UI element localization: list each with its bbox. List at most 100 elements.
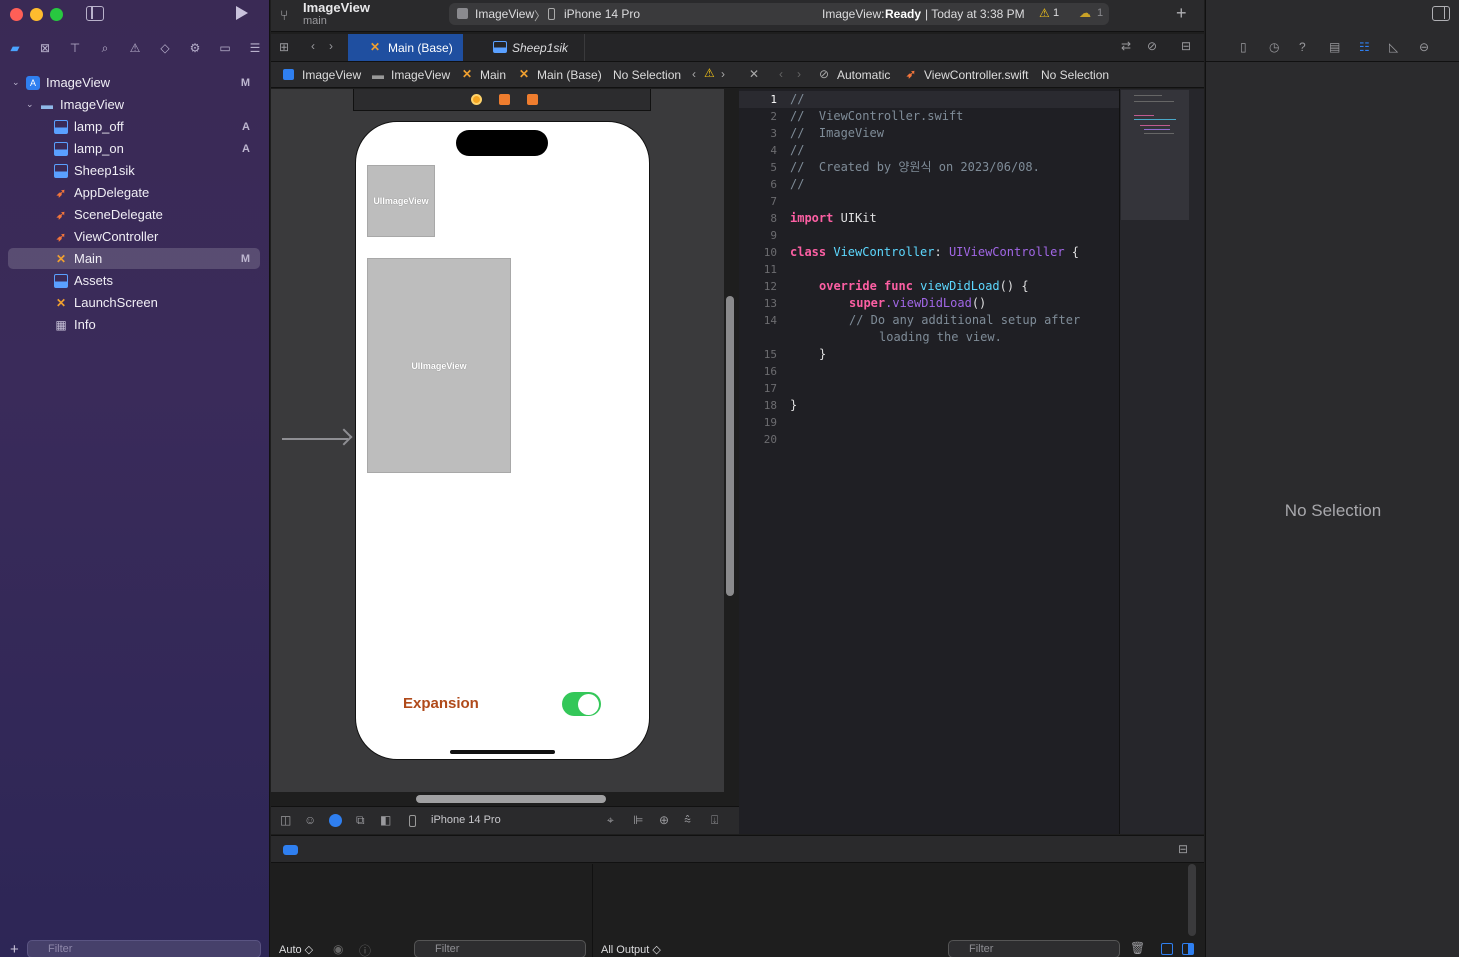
nav-item-scenedelegate[interactable]: ➶ SceneDelegate [8,204,260,225]
tab-main-base[interactable]: ✕ Main (Base) [348,34,463,61]
identity-inspector-icon[interactable]: ▤ [1329,40,1340,54]
debug-area-toggle-icon[interactable] [283,845,298,855]
left-pane-icon[interactable] [1161,943,1173,955]
console-view[interactable]: All Output ◇ Filter 🗑 [594,864,1204,957]
debug-icon[interactable]: ⚙ [187,40,203,56]
run-icon[interactable] [236,6,248,20]
test-icon[interactable]: ◇ [157,40,173,56]
tab-sheep1sik[interactable]: Sheep1sik [485,34,585,61]
nav-item-project[interactable]: ⌄ A ImageView M [8,72,260,93]
appearance-icon[interactable] [329,814,342,827]
chevron-down-icon[interactable]: ⌄ [12,77,20,88]
forward-icon[interactable]: › [797,67,801,81]
toggle-navigator-icon[interactable] [86,6,104,21]
folder-icon[interactable]: ▰ [7,40,23,56]
console-filter-input[interactable]: Filter [948,940,1120,957]
eye-icon[interactable]: ◉ [333,942,343,956]
connections-inspector-icon[interactable]: ⊖ [1419,40,1429,54]
size-inspector-icon[interactable]: ◺ [1389,40,1398,54]
breadcrumb-project[interactable]: ImageView [302,68,361,82]
chevron-left-icon[interactable]: ‹ [692,67,696,81]
add-file-icon[interactable]: + [10,941,19,957]
zoom-fit-icon[interactable]: ⌖ [607,813,614,828]
close-icon[interactable]: ✕ [749,67,759,81]
expansion-label[interactable]: Expansion [403,695,479,712]
breakpoint-icon[interactable]: ▭ [217,40,233,56]
breadcrumb-group[interactable]: ImageView [391,68,450,82]
exit-icon[interactable] [527,94,538,105]
breadcrumb-selection[interactable]: No Selection [613,68,681,82]
nav-item-lamp-off[interactable]: lamp_off A [8,116,260,137]
first-responder-icon[interactable] [499,94,510,105]
scheme-activity-bar[interactable]: ImageView 〉 iPhone 14 Pro ImageView: Rea… [449,3,1109,25]
swap-icon[interactable]: ⇄ [1121,39,1131,53]
device-config-label[interactable]: iPhone 14 Pro [431,814,501,826]
back-icon[interactable]: ‹ [779,67,783,81]
breadcrumb-selection[interactable]: No Selection [1041,68,1109,82]
nav-item-info[interactable]: ▦ Info [8,314,260,335]
help-inspector-icon[interactable]: ? [1299,40,1306,54]
hide-debug-area-icon[interactable]: ⊟ [1178,842,1188,856]
minimize-window-button[interactable] [30,8,43,21]
grid-icon[interactable]: ⊞ [279,40,289,54]
info-icon[interactable]: ⓘ [359,942,371,957]
navigator-filter-input[interactable]: Filter [27,940,261,957]
canvas-horizontal-scrollbar[interactable] [416,795,606,803]
issue-icon[interactable]: ⚠ [127,40,143,56]
history-inspector-icon[interactable]: ◷ [1269,40,1279,54]
chevron-right-icon[interactable]: › [721,67,725,81]
nav-item-assets[interactable]: Assets [8,270,260,291]
console-output-selector[interactable]: All Output ◇ [601,943,661,956]
document-outline-icon[interactable]: ◫ [280,813,291,827]
warning-icon[interactable]: ⚠ [704,66,715,80]
close-window-button[interactable] [10,8,23,21]
nav-item-appdelegate[interactable]: ➶ AppDelegate [8,182,260,203]
minimap-viewport[interactable] [1121,90,1189,220]
breadcrumb-automatic[interactable]: Automatic [837,68,890,82]
scheme-target[interactable]: ImageView [475,7,534,21]
image-view-small[interactable]: UIImageView [367,165,435,237]
warning-icon[interactable]: ⚠ [1039,6,1050,20]
breadcrumb-localization[interactable]: Main (Base) [537,68,602,82]
search-icon[interactable]: ⌕ [97,40,113,56]
split-editor-icon[interactable]: ⊟ [1181,39,1191,53]
right-pane-icon[interactable] [1182,943,1194,955]
symbol-icon[interactable]: ⊤ [67,40,83,56]
nav-item-lamp-on[interactable]: lamp_on A [8,138,260,159]
nav-item-viewcontroller[interactable]: ➶ ViewController [8,226,260,247]
align-icon[interactable]: ⊫ [633,813,643,827]
image-view-large[interactable]: UIImageView [367,258,511,473]
variables-scope-selector[interactable]: Auto ◇ [279,943,313,956]
report-icon[interactable]: ☰ [247,40,263,56]
scheme-device[interactable]: iPhone 14 Pro [564,7,640,21]
nav-item-main[interactable]: ✕ Main M [8,248,260,269]
embed-in-icon[interactable]: ⍗ [711,813,718,828]
toggle-inspector-icon[interactable] [1432,6,1450,21]
source-control-icon[interactable]: ⊠ [37,40,53,56]
back-icon[interactable]: ‹ [311,39,315,53]
orientation-icon[interactable]: ⧉ [356,813,365,828]
variables-filter-input[interactable]: Filter [414,940,586,957]
trait-icon[interactable]: ◧ [380,813,391,827]
console-scrollbar[interactable] [1188,864,1196,936]
code-editor[interactable]: 1 // 2 // ViewController.swift 3 // ImageVi… [739,89,1119,834]
zoom-window-button[interactable] [50,8,63,21]
canvas-vertical-scrollbar[interactable] [726,296,734,596]
view-controller-icon[interactable] [471,94,482,105]
breadcrumb-swift-file[interactable]: ViewController.swift [924,68,1028,82]
runtime-issue-icon[interactable]: ☁ [1079,6,1091,20]
add-constraints-icon[interactable]: ⊕ [659,813,669,827]
breadcrumb-file[interactable]: Main [480,68,506,82]
attributes-inspector-icon[interactable]: ☷ [1359,40,1370,54]
nav-item-launchscreen[interactable]: ✕ LaunchScreen [8,292,260,313]
accessibility-icon[interactable]: ☺ [304,813,316,827]
related-items-icon[interactable]: ⊘ [1147,39,1157,53]
variables-view[interactable]: Auto ◇ ◉ ⓘ Filter [271,864,593,957]
resolve-issues-icon[interactable]: ⩯ [684,813,691,828]
file-inspector-icon[interactable]: ▯ [1240,40,1247,54]
nav-item-sheep1sik[interactable]: Sheep1sik [8,160,260,181]
add-library-button[interactable]: + [1176,3,1187,24]
chevron-down-icon[interactable]: ⌄ [26,99,34,110]
code-minimap[interactable] [1119,89,1204,834]
forward-icon[interactable]: › [329,39,333,53]
